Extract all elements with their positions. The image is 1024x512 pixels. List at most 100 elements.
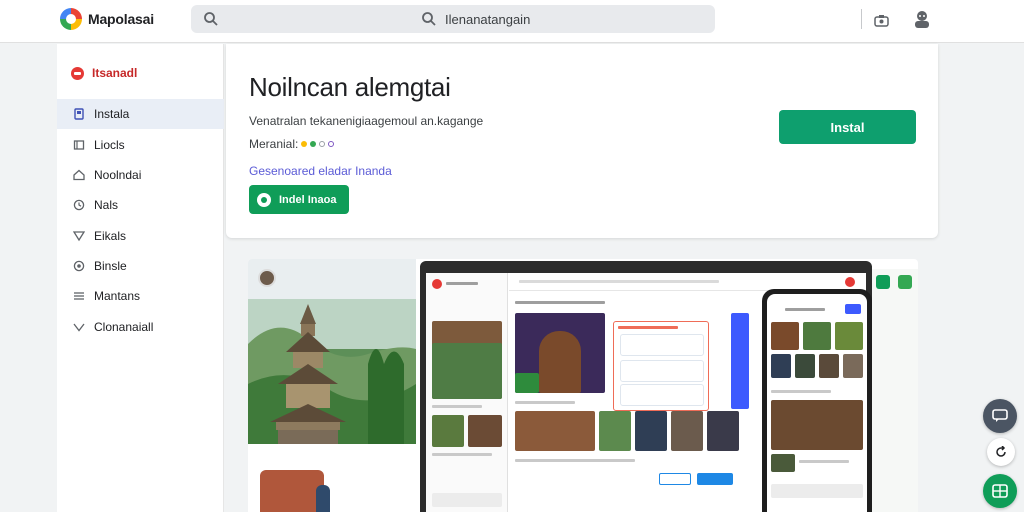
camera-icon[interactable] <box>874 15 889 27</box>
search-input[interactable] <box>445 9 835 29</box>
mini-notification-icon <box>845 277 855 287</box>
rating-row: Meranial: <box>249 137 335 151</box>
sidebar-item-eikals[interactable]: Eikals <box>57 221 224 251</box>
app-icon <box>74 108 84 120</box>
sidebar-item-binsle[interactable]: Binsle <box>57 251 224 281</box>
rating-dot-icon <box>301 141 308 147</box>
mini-logo-icon <box>432 279 442 289</box>
phone-screen <box>767 294 867 512</box>
sidebar-item-label: Binsle <box>94 259 127 273</box>
mini-photo <box>771 322 799 350</box>
mini-photo <box>843 354 863 378</box>
mini-text <box>446 282 478 285</box>
sidebar-item-nals[interactable]: Nals <box>57 190 224 220</box>
mini-button <box>845 304 861 314</box>
account-icon[interactable] <box>912 9 932 29</box>
logo-icon <box>60 8 82 30</box>
mini-photo <box>771 354 791 378</box>
mini-person <box>539 331 581 393</box>
mini-text <box>799 460 849 463</box>
circle-icon <box>73 260 85 272</box>
search-field-icon <box>422 12 436 26</box>
mini-photo <box>671 411 703 451</box>
mini-photo <box>819 354 839 378</box>
person-image <box>316 485 330 512</box>
mini-list-panel <box>613 321 709 411</box>
sidebar-item-liocls[interactable]: Liocls <box>57 130 224 160</box>
sidebar-item-instala[interactable]: Instala <box>57 99 224 129</box>
mini-list-row <box>620 360 704 382</box>
feedback-icon <box>992 409 1008 422</box>
grid-icon <box>992 484 1008 498</box>
screenshot-gallery[interactable] <box>248 259 918 512</box>
mini-sidebar <box>426 273 508 512</box>
book-icon <box>73 140 85 150</box>
clock-icon <box>73 199 85 211</box>
mini-list-row <box>620 334 704 356</box>
mini-footer <box>432 493 502 507</box>
rating-dot-icon <box>319 141 326 147</box>
mini-button <box>697 473 733 485</box>
mini-button <box>659 473 691 485</box>
mini-photo <box>835 322 863 350</box>
brand-icon <box>71 66 84 80</box>
mini-text <box>519 280 719 283</box>
sidebar-item-label: Liocls <box>94 138 125 152</box>
feedback-button[interactable] <box>983 399 1017 433</box>
sidebar-item-mantans[interactable]: Mantans <box>57 281 224 311</box>
app-info-card: Noilncan alemgtai Venatralan tekanenigia… <box>226 44 938 238</box>
search-bar[interactable] <box>191 5 889 33</box>
sidebar-item-label: Instala <box>94 107 130 121</box>
secondary-action-button[interactable]: Indel Inaoa <box>249 185 349 214</box>
mini-photo <box>803 322 831 350</box>
mini-scroll-accent <box>731 313 749 409</box>
rating-label: Meranial: <box>249 137 299 151</box>
install-button[interactable]: Instal <box>779 110 916 144</box>
screenshot-next-preview <box>872 269 918 512</box>
logo[interactable]: Mapolasai <box>60 8 154 30</box>
top-bar: Mapolasai <box>0 0 1024 43</box>
sidebar-item-label: Eikals <box>94 229 127 243</box>
mini-text <box>515 301 605 304</box>
secondary-action-label: Indel Inaoa <box>279 193 337 206</box>
mini-footer <box>771 484 863 498</box>
tag-icon <box>73 231 85 242</box>
shield-icon <box>73 323 85 332</box>
sidebar-item-label: Mantans <box>94 289 141 303</box>
sidebar-item-noolndai[interactable]: Noolndai <box>57 160 224 190</box>
refresh-icon <box>996 446 1006 457</box>
sidebar-item-label: Clonanaiall <box>94 320 154 334</box>
search-divider <box>861 9 862 29</box>
sidebar-item-clonanaiall[interactable]: Clonanaiall <box>57 312 224 342</box>
mini-list-row <box>620 384 704 406</box>
apps-button[interactable] <box>983 474 1017 508</box>
mini-text <box>432 453 492 456</box>
sidebar-item-label: Noolndai <box>94 168 142 182</box>
temple-landscape-image <box>248 304 416 444</box>
avatar <box>258 269 276 287</box>
mini-app-icon <box>898 275 912 289</box>
mini-photo <box>432 415 464 447</box>
app-title: Noilncan alemgtai <box>249 72 451 102</box>
mini-photo <box>635 411 667 451</box>
mini-accent <box>515 373 539 393</box>
mini-text <box>432 405 482 408</box>
refresh-button[interactable] <box>987 438 1015 466</box>
mini-photo <box>771 454 795 472</box>
sidebar-header-label: Itsanadl <box>92 66 138 80</box>
mini-text <box>515 459 635 462</box>
list-icon <box>74 292 84 300</box>
sidebar-item-label: Nals <box>94 198 119 212</box>
mini-app-icon <box>876 275 890 289</box>
play-icon <box>257 192 271 207</box>
rating-dot-icon <box>310 141 317 147</box>
mini-photo <box>599 411 631 451</box>
photo-thumbnail <box>260 470 324 512</box>
search-icon[interactable] <box>203 11 219 27</box>
sidebar-header: Itsanadl <box>71 66 137 80</box>
home-icon <box>73 169 85 181</box>
phone-mockup <box>762 289 872 512</box>
mini-photo <box>468 415 502 447</box>
logo-text: Mapolasai <box>88 11 154 27</box>
developer-link[interactable]: Gesenoared eladar Inanda <box>249 164 392 178</box>
